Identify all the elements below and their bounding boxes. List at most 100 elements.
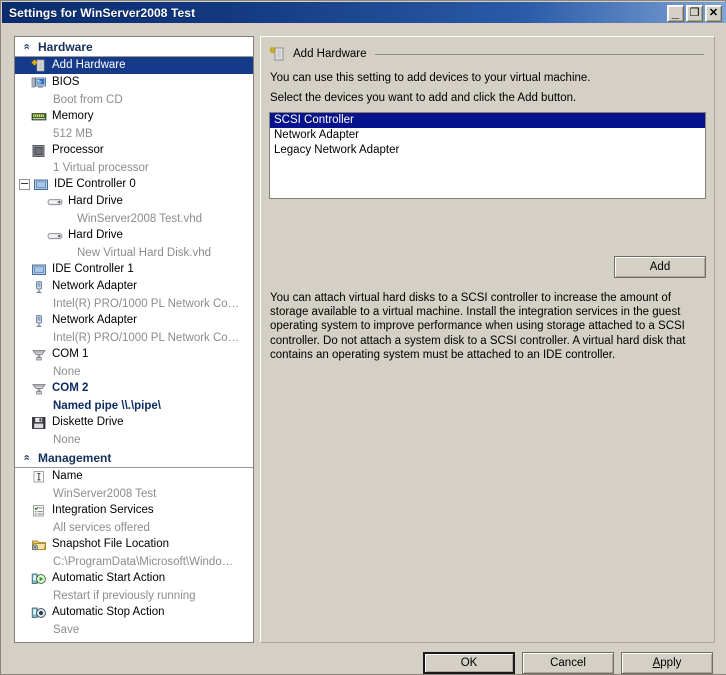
tree-item-ide-controller-1[interactable]: IDE Controller 1 bbox=[15, 261, 253, 278]
tree-item-snapshot-file-location[interactable]: Snapshot File Location bbox=[15, 536, 253, 553]
tree-item-label: Snapshot File Location bbox=[52, 539, 169, 551]
device-description: You can attach virtual hard disks to a S… bbox=[270, 291, 702, 362]
pane-line-1: You can use this setting to add devices … bbox=[270, 72, 590, 84]
tree-section-header-management[interactable]: « Management bbox=[15, 448, 253, 468]
close-button[interactable]: ✕ bbox=[705, 5, 722, 22]
device-listbox[interactable]: SCSI ControllerNetwork AdapterLegacy Net… bbox=[269, 112, 706, 199]
tree-item-sublabel: None bbox=[15, 363, 253, 380]
tree-item-label: Diskette Drive bbox=[52, 417, 124, 429]
add-button[interactable]: Add bbox=[614, 256, 706, 278]
device-option-network-adapter[interactable]: Network Adapter bbox=[270, 128, 705, 143]
ide-controller-icon bbox=[33, 178, 49, 192]
maximize-button[interactable]: ❐ bbox=[686, 5, 703, 22]
tree-item-label: IDE Controller 1 bbox=[52, 264, 134, 276]
tree-item-sublabel: Save bbox=[15, 621, 253, 638]
tree-item-bios[interactable]: BIOS bbox=[15, 74, 253, 91]
tree-item-sublabel: C:\ProgramData\Microsoft\Windo… bbox=[15, 553, 253, 570]
tree-item-label: Name bbox=[52, 471, 83, 483]
detail-pane: Add Hardware You can use this setting to… bbox=[260, 36, 715, 643]
apply-button[interactable]: Apply bbox=[621, 652, 713, 674]
tree-item-hard-drive[interactable]: Hard Drive bbox=[15, 227, 253, 244]
tree-item-label: Network Adapter bbox=[52, 281, 137, 293]
tree-item-processor[interactable]: Processor bbox=[15, 142, 253, 159]
dialog-button-bar: OK Cancel Apply bbox=[2, 652, 726, 674]
ide-controller-icon bbox=[31, 263, 47, 277]
network-adapter-icon bbox=[31, 280, 47, 294]
settings-dialog: Settings for WinServer2008 Test _ ❐ ✕ « H… bbox=[0, 0, 726, 675]
apply-rest: pply bbox=[660, 657, 681, 669]
integration-services-icon bbox=[31, 504, 47, 518]
tree-item-name[interactable]: Name bbox=[15, 468, 253, 485]
tree-item-diskette-drive[interactable]: Diskette Drive bbox=[15, 414, 253, 431]
tree-item-label: Processor bbox=[52, 145, 104, 157]
tree-section-header-hardware[interactable]: « Hardware bbox=[15, 37, 253, 57]
tree-item-sublabel: WinServer2008 Test.vhd bbox=[15, 210, 253, 227]
ok-button[interactable]: OK bbox=[423, 652, 515, 674]
hard-drive-icon bbox=[47, 229, 63, 243]
tree-item-sublabel: Named pipe \\.\pipe\ bbox=[15, 397, 253, 414]
tree-item-sublabel: 512 MB bbox=[15, 125, 253, 142]
name-icon bbox=[31, 470, 47, 484]
network-adapter-icon bbox=[31, 314, 47, 328]
bios-icon bbox=[31, 76, 47, 90]
tree-item-ide-controller-0[interactable]: IDE Controller 0 bbox=[15, 176, 253, 193]
tree-item-label: Memory bbox=[52, 111, 94, 123]
tree-item-label: Hard Drive bbox=[68, 230, 123, 242]
tree-item-label: Automatic Start Action bbox=[52, 573, 165, 585]
collapse-box-icon[interactable] bbox=[19, 179, 30, 190]
tree-item-sublabel: Intel(R) PRO/1000 PL Network Co… bbox=[15, 329, 253, 346]
tree-item-label: Network Adapter bbox=[52, 315, 137, 327]
tree-item-com-2[interactable]: COM 2 bbox=[15, 380, 253, 397]
device-option-legacy-network-adapter[interactable]: Legacy Network Adapter bbox=[270, 143, 705, 158]
hard-drive-icon bbox=[47, 195, 63, 209]
com-port-icon bbox=[31, 382, 47, 396]
add-hardware-icon bbox=[269, 46, 287, 62]
minimize-icon: _ bbox=[668, 6, 683, 21]
pane-header-title: Add Hardware bbox=[293, 48, 367, 60]
tree-item-label: COM 1 bbox=[52, 349, 88, 361]
tree-item-add-hardware[interactable]: Add Hardware bbox=[15, 57, 253, 74]
tree-item-network-adapter[interactable]: Network Adapter bbox=[15, 278, 253, 295]
tree-item-network-adapter[interactable]: Network Adapter bbox=[15, 312, 253, 329]
device-option-scsi-controller[interactable]: SCSI Controller bbox=[270, 113, 705, 128]
snapshot-folder-icon bbox=[31, 538, 47, 552]
tree-item-label: Add Hardware bbox=[52, 60, 126, 72]
tree-section-label: Management bbox=[38, 451, 111, 465]
collapse-chevron-icon: « bbox=[21, 40, 32, 54]
tree-item-integration-services[interactable]: Integration Services bbox=[15, 502, 253, 519]
maximize-icon: ❐ bbox=[687, 6, 702, 21]
tree-item-automatic-stop-action[interactable]: Automatic Stop Action bbox=[15, 604, 253, 621]
tree-item-sublabel: 1 Virtual processor bbox=[15, 159, 253, 176]
tree-item-label: Integration Services bbox=[52, 505, 154, 517]
tree-item-label: Automatic Stop Action bbox=[52, 607, 165, 619]
cancel-button[interactable]: Cancel bbox=[522, 652, 614, 674]
diskette-drive-icon bbox=[31, 416, 47, 430]
apply-mnemonic: A bbox=[653, 657, 661, 669]
auto-start-icon bbox=[31, 572, 47, 586]
tree-item-sublabel: WinServer2008 Test bbox=[15, 485, 253, 502]
tree-item-sublabel: None bbox=[15, 431, 253, 448]
tree-item-hard-drive[interactable]: Hard Drive bbox=[15, 193, 253, 210]
tree-item-automatic-start-action[interactable]: Automatic Start Action bbox=[15, 570, 253, 587]
title-bar: Settings for WinServer2008 Test _ ❐ ✕ bbox=[2, 2, 726, 23]
tree-section-label: Hardware bbox=[38, 40, 93, 54]
window-controls: _ ❐ ✕ bbox=[667, 5, 722, 22]
tree-item-com-1[interactable]: COM 1 bbox=[15, 346, 253, 363]
tree-item-label: IDE Controller 0 bbox=[54, 179, 136, 191]
pane-header: Add Hardware bbox=[269, 45, 704, 63]
tree-item-sublabel: All services offered bbox=[15, 519, 253, 536]
settings-tree[interactable]: «HardwareAdd HardwareBIOSBoot from CDMem… bbox=[14, 36, 254, 643]
tree-item-sublabel: Intel(R) PRO/1000 PL Network Co… bbox=[15, 295, 253, 312]
collapse-chevron-icon: « bbox=[21, 451, 32, 465]
minimize-button[interactable]: _ bbox=[667, 5, 684, 22]
window-title: Settings for WinServer2008 Test bbox=[9, 6, 195, 20]
settings-tree-inner: «HardwareAdd HardwareBIOSBoot from CDMem… bbox=[15, 37, 253, 642]
tree-item-memory[interactable]: Memory bbox=[15, 108, 253, 125]
dialog-body: «HardwareAdd HardwareBIOSBoot from CDMem… bbox=[2, 23, 726, 674]
memory-icon bbox=[31, 110, 47, 124]
tree-item-label: Hard Drive bbox=[68, 196, 123, 208]
processor-icon bbox=[31, 144, 47, 158]
auto-stop-icon bbox=[31, 606, 47, 620]
tree-item-label: BIOS bbox=[52, 77, 79, 89]
add-hardware-icon bbox=[31, 59, 47, 73]
